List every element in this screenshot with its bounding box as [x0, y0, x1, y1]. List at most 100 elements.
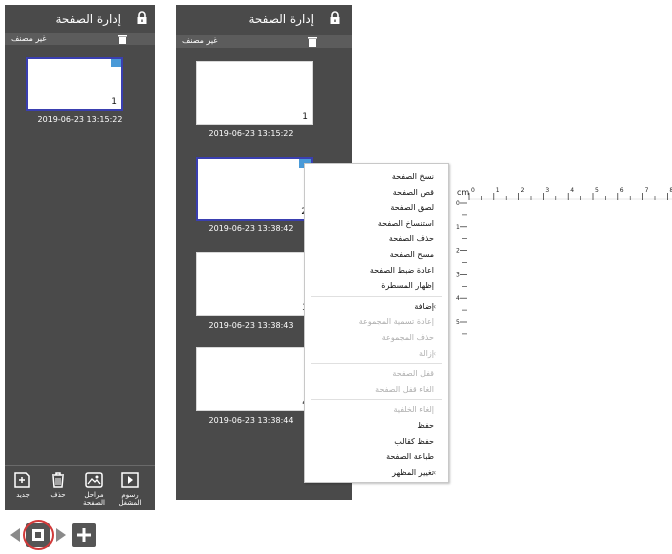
image-icon: [85, 472, 103, 488]
ruler-top-tick-label: 4: [570, 187, 574, 194]
menu-item-label: حذف المجموعة: [381, 333, 434, 342]
ruler-top-tick-label: 6: [620, 187, 624, 194]
right-category-bar[interactable]: غير مصنف: [176, 35, 352, 48]
page-timestamp: 2019-06-23 13:15:22: [37, 115, 123, 124]
page-number: 1: [302, 112, 308, 122]
menu-item[interactable]: نسخ الصفحة: [313, 169, 434, 184]
menu-item[interactable]: استنساخ الصفحة: [313, 216, 434, 231]
menu-item-label: حفظ كقالب: [394, 436, 434, 446]
menu-item-label: اعادة ضبط الصفحة: [369, 265, 434, 275]
ruler-top-tick-label: 2: [521, 187, 525, 194]
menu-item: إزالة ‹: [313, 346, 437, 361]
menu-separator: [311, 363, 442, 365]
ruler-top-tick-label: 5: [595, 187, 599, 194]
ruler-top-tick-label: 1: [496, 187, 500, 194]
ruler-left-tick-label: 4: [456, 295, 460, 302]
delete-label: حذف: [50, 491, 66, 499]
page-thumbnail-1[interactable]: 1: [196, 61, 313, 125]
menu-item[interactable]: تغيير المظهر ‹: [313, 465, 437, 480]
menu-item-label: طباعة الصفحة: [386, 452, 434, 462]
page-navigation-bar: [8, 520, 108, 550]
ruler-top-tick-label: 0: [471, 187, 475, 194]
ruler-left-tick-label: 5: [456, 319, 460, 326]
menu-item[interactable]: إظهار المسطرة: [313, 278, 434, 293]
menu-item[interactable]: إضافة ‹: [313, 299, 437, 314]
menu-item-label: قفل الصفحة: [392, 369, 434, 379]
page-thumbnail-4[interactable]: 4: [196, 347, 313, 411]
page-stages-label: مراحل الصفحة: [83, 491, 105, 507]
thumbnail-menu-button[interactable]: [111, 59, 121, 67]
menu-separator: [311, 399, 442, 401]
page-thumbnail-2[interactable]: 2: [196, 157, 313, 221]
menu-item-label: تغيير المظهر: [392, 467, 434, 477]
ruler-left-tick-label: 1: [456, 224, 460, 231]
ruler-area: cm0123456780123456: [455, 183, 672, 350]
menu-item-label: حذف الصفحة: [388, 234, 434, 244]
menu-item-label: استنساخ الصفحة: [377, 218, 434, 228]
menu-item-label: الغاء قفل الصفحة: [375, 384, 434, 394]
menu-item: إعادة تسمية المجموعة: [313, 314, 434, 329]
ruler-left-tick-label: 0: [456, 200, 460, 207]
ruler-left-tick-label: 3: [456, 271, 460, 278]
menu-item[interactable]: لصق الصفحة: [313, 200, 434, 215]
left-page-manager-panel: إدارة الصفحة غير مصنف 1 2019-06-23 13:15…: [5, 5, 155, 510]
menu-item-label: إزالة: [418, 348, 434, 358]
menu-item-label: حفظ: [417, 421, 434, 430]
player-graphics-label: رسوم المشغل: [118, 491, 142, 507]
menu-item: الغاء قفل الصفحة: [313, 382, 434, 397]
page-context-menu: نسخ الصفحة قص الصفحة لصق الصفحة استنساخ الص…: [304, 163, 449, 483]
menu-item-label: إظهار المسطرة: [381, 281, 434, 291]
ruler-top-tick-label: 3: [545, 187, 549, 194]
previous-page-arrow-icon[interactable]: [8, 527, 22, 543]
lock-icon[interactable]: [328, 11, 342, 25]
menu-item[interactable]: طباعة الصفحة: [313, 449, 434, 464]
submenu-chevron-icon: ‹: [433, 348, 437, 358]
player-graphics-button[interactable]: رسوم المشغل: [115, 471, 145, 511]
trash-icon: [52, 472, 64, 488]
right-panel-title: إدارة الصفحة: [248, 12, 314, 26]
play-icon: [121, 472, 139, 488]
ruler[interactable]: cm0123456780123456: [455, 183, 672, 350]
delete-button[interactable]: حذف: [43, 471, 73, 511]
ruler-unit-label: cm: [457, 188, 469, 197]
category-label: غير مصنف: [182, 36, 218, 45]
trash-icon[interactable]: [308, 36, 317, 47]
menu-separator: [311, 295, 442, 297]
plus-icon: [77, 528, 91, 542]
menu-item-label: إعادة تسمية المجموعة: [358, 317, 434, 327]
page-number: 1: [111, 97, 117, 107]
menu-item[interactable]: اعادة ضبط الصفحة: [313, 263, 434, 278]
menu-item-label: نسخ الصفحة: [391, 172, 434, 181]
panel-toolbar-divider: [5, 465, 155, 466]
category-label: غير مصنف: [11, 34, 47, 43]
submenu-chevron-icon: ‹: [433, 301, 437, 311]
add-page-button[interactable]: [72, 523, 96, 547]
page-stages-button[interactable]: مراحل الصفحة: [79, 471, 109, 511]
menu-item: إلغاء الخلفية: [313, 402, 434, 417]
page-thumbnail-1[interactable]: 1: [26, 57, 123, 111]
add-page-icon: [14, 472, 30, 488]
menu-item[interactable]: حذف الصفحة: [313, 231, 434, 246]
menu-item: حذف المجموعة: [313, 330, 434, 345]
ruler-left-tick-label: 2: [456, 248, 460, 255]
menu-item: قفل الصفحة: [313, 366, 434, 381]
page-timestamp: 2019-06-23 13:15:22: [208, 129, 294, 138]
new-page-label: جديد: [16, 491, 30, 499]
menu-item[interactable]: قص الصفحة: [313, 185, 434, 200]
new-page-button[interactable]: جديد: [8, 471, 38, 511]
menu-item-label: إلغاء الخلفية: [393, 405, 434, 415]
menu-item[interactable]: مسح الصفحة: [313, 247, 434, 262]
menu-item-label: إضافة: [414, 301, 434, 311]
menu-item[interactable]: حفظ: [313, 418, 434, 433]
menu-item-label: لصق الصفحة: [390, 203, 434, 213]
trash-icon[interactable]: [118, 34, 127, 44]
highlight-circle: [23, 520, 54, 550]
submenu-chevron-icon: ‹: [433, 467, 437, 477]
ruler-top-tick-label: 7: [645, 187, 649, 194]
left-panel-title: إدارة الصفحة: [55, 12, 121, 26]
left-category-bar[interactable]: غير مصنف: [5, 33, 155, 45]
page-thumbnail-3[interactable]: 3: [196, 252, 313, 316]
next-page-arrow-icon[interactable]: [54, 527, 68, 543]
lock-icon[interactable]: [135, 11, 149, 25]
menu-item[interactable]: حفظ كقالب: [313, 434, 434, 449]
